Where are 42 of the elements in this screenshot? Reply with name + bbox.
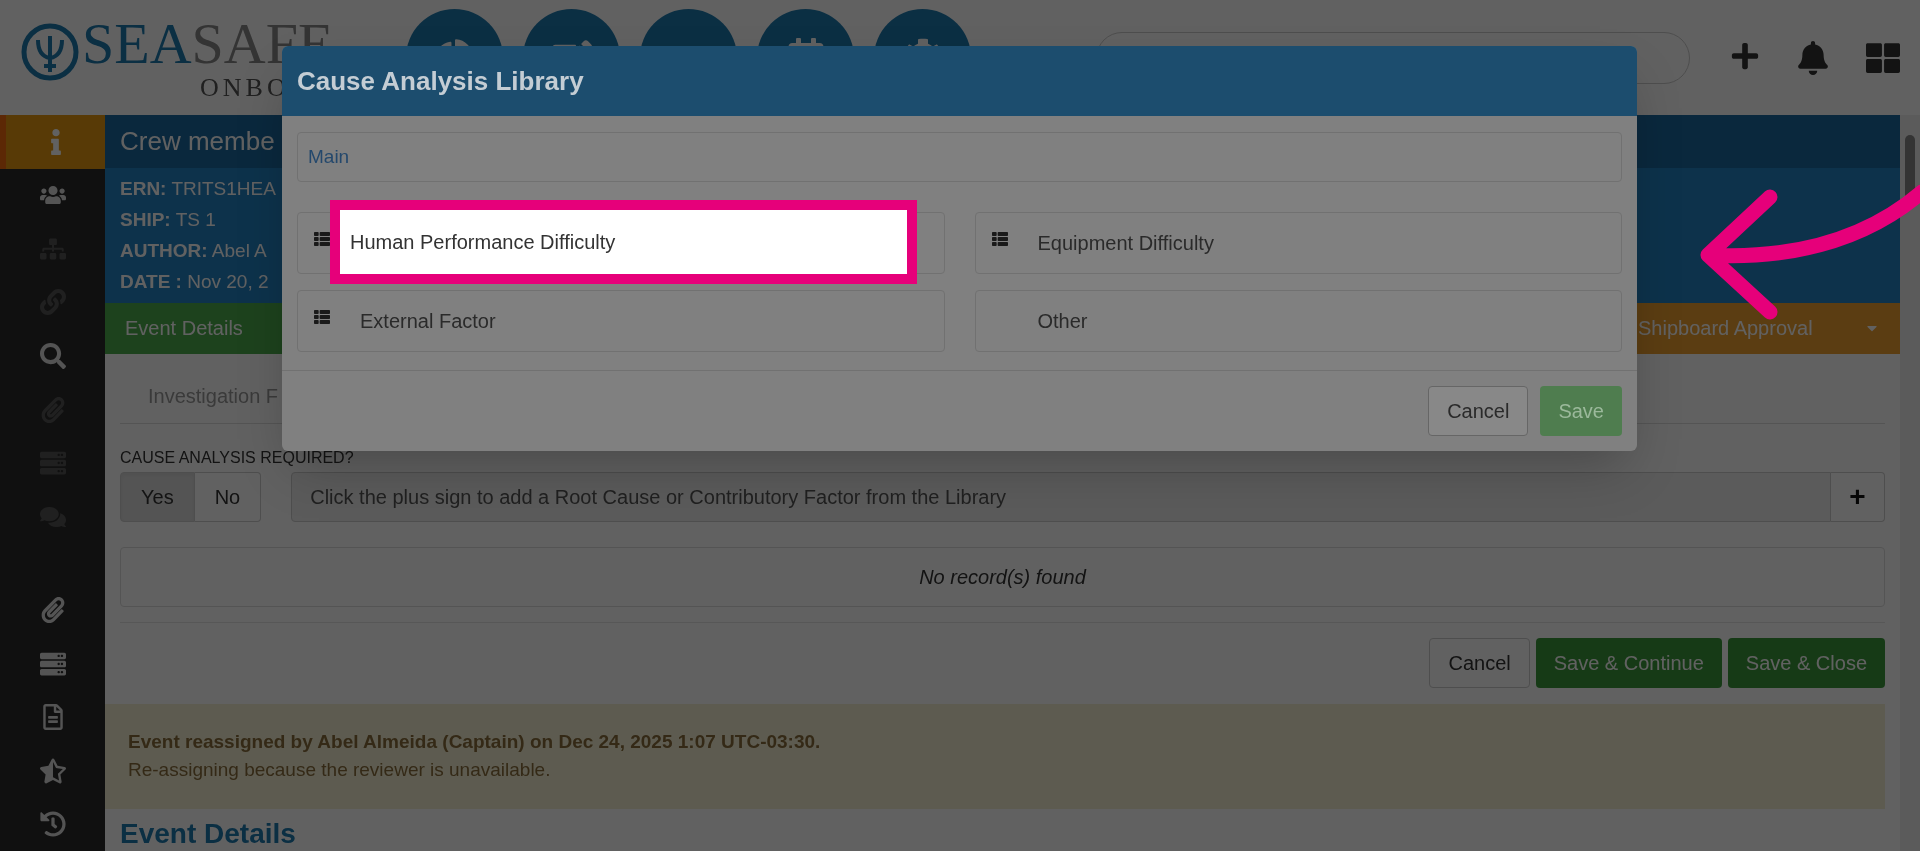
alert-message: Re-assigning because the reviewer is unavailable. — [128, 758, 552, 783]
alert-title: Event reassigned by Abel Almeida (Captain) on Dec 24, 2025 1:07 UTC-03:30. — [128, 730, 822, 755]
trident-logo-icon — [20, 21, 80, 82]
list-icon — [314, 231, 330, 247]
record-title: Crew membe — [120, 124, 275, 158]
item-label: Human Performance Difficulty — [350, 230, 616, 255]
item-label: Equipment Difficulty — [1037, 231, 1214, 256]
list-icon — [991, 231, 1008, 247]
empty-message: No record(s) found — [919, 564, 1086, 590]
library-item[interactable]: Equipment Difficulty — [974, 212, 1622, 274]
section-heading: Event Details — [119, 817, 297, 851]
form-button[interactable]: Cancel — [1429, 637, 1530, 688]
modal-button[interactable]: Cancel — [1428, 386, 1529, 436]
star-icon — [39, 757, 66, 784]
item-label: External Factor — [360, 309, 496, 334]
list-icon — [39, 650, 66, 677]
toggle-option[interactable]: No — [194, 471, 262, 522]
logo-text: SEA — [82, 13, 192, 74]
toggle-option[interactable]: Yes — [120, 471, 195, 522]
sidebar-item[interactable] — [0, 115, 105, 169]
grid-icon[interactable] — [1866, 40, 1900, 75]
paperclip-icon — [39, 596, 66, 623]
library-item[interactable]: External Factor — [297, 290, 945, 352]
form-button[interactable]: Save & Close — [1727, 637, 1885, 688]
search-icon — [39, 343, 66, 370]
library-item[interactable]: Other — [974, 290, 1622, 352]
field-label: CAUSE ANALYSIS REQUIRED? — [120, 447, 355, 468]
breadcrumb-link[interactable]: Main — [308, 142, 350, 172]
bell-icon[interactable] — [1796, 40, 1830, 75]
history-icon — [39, 811, 66, 838]
add-button[interactable]: + — [1831, 471, 1885, 522]
record-field: SHIP: TS 1 — [120, 204, 216, 235]
list-icon — [314, 309, 330, 325]
record-field: ERN: TRITS1HEA — [120, 173, 276, 204]
input-field[interactable]: Click the plus sign to add a Root Cause or Contributory Factor from the Library — [291, 471, 1831, 522]
record-field: DATE : Nov 20, 2 — [120, 266, 269, 297]
record-field: AUTHOR: Abel A — [120, 235, 267, 266]
item-label: Other — [1037, 309, 1088, 334]
modal-title: Cause Analysis Library — [297, 64, 584, 98]
plus-icon[interactable] — [1730, 40, 1760, 71]
scrollbar[interactable] — [1900, 115, 1920, 851]
form-button[interactable]: Save & Continue — [1535, 637, 1722, 688]
